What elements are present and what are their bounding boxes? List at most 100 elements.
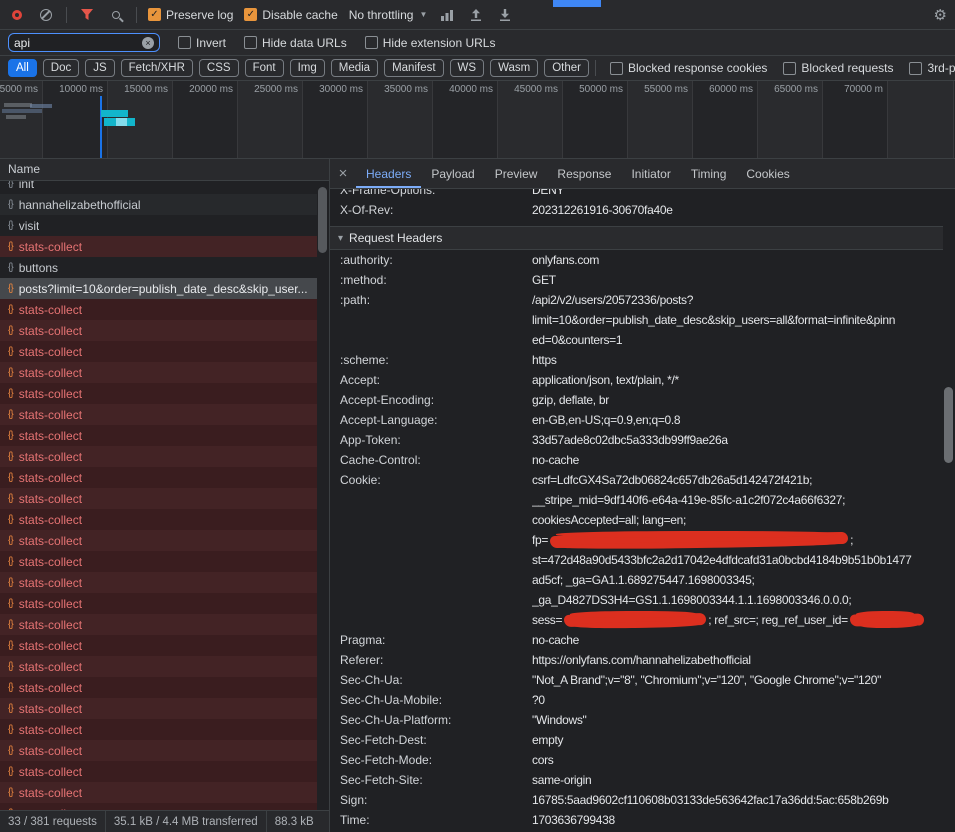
request-row[interactable]: {} stats-collect [0, 488, 317, 509]
type-filter-checkboxes: Blocked response cookies Blocked request… [610, 61, 955, 75]
type-filter-chip[interactable]: Doc [43, 59, 79, 77]
settings-gear-icon[interactable]: ⚙ [934, 6, 947, 24]
hide-extension-urls-label: Hide extension URLs [383, 36, 496, 50]
request-row[interactable]: {} stats-collect [0, 614, 317, 635]
details-tab[interactable]: Timing [681, 159, 737, 188]
type-filter-chip[interactable]: All [8, 59, 37, 77]
type-filter-chip[interactable]: WS [450, 59, 485, 77]
details-tabs: Headers Payload Preview Response Initiat… [356, 159, 800, 188]
disable-cache-checkbox[interactable]: ✓ Disable cache [244, 8, 337, 22]
invert-checkbox[interactable]: Invert [178, 36, 226, 50]
request-row[interactable]: {} buttons [0, 257, 317, 278]
request-row[interactable]: {} stats-collect [0, 656, 317, 677]
type-filter-chip[interactable]: Img [290, 59, 325, 77]
network-conditions-button[interactable] [438, 6, 456, 24]
request-row[interactable]: {} stats-collect [0, 341, 317, 362]
filter-option-checkbox[interactable]: 3rd-party requests [909, 61, 955, 75]
details-scrollbar[interactable] [943, 189, 955, 832]
request-row[interactable]: {} stats-collect [0, 320, 317, 341]
header-row: Sec-Ch-Ua-Platform: "Windows" [330, 710, 943, 730]
request-row[interactable]: {} stats-collect [0, 236, 317, 257]
toolbar-divider [595, 60, 596, 76]
request-details-panel: × Headers Payload Preview Response Initi… [330, 159, 955, 832]
script-braces-icon: {} [8, 535, 13, 546]
header-value: en-GB,en-US;q=0.9,en;q=0.8 [532, 410, 943, 430]
request-row[interactable]: {} visit [0, 215, 317, 236]
close-details-icon[interactable]: × [330, 159, 356, 188]
request-row[interactable]: {} stats-collect [0, 551, 317, 572]
header-row: App-Token: 33d57ade8c02dbc5a333db99ff9ae… [330, 430, 943, 450]
request-row[interactable]: {} stats-collect [0, 698, 317, 719]
request-row[interactable]: {} stats-collect [0, 740, 317, 761]
request-row[interactable]: {} stats-collect [0, 383, 317, 404]
search-button[interactable] [107, 6, 125, 24]
preserve-log-checkbox[interactable]: ✓ Preserve log [148, 8, 233, 22]
request-row[interactable]: {} init [0, 181, 317, 194]
hide-extension-urls-checkbox[interactable]: Hide extension URLs [365, 36, 496, 50]
filter-button[interactable] [78, 6, 96, 24]
request-row[interactable]: {} stats-collect [0, 299, 317, 320]
checkbox-unchecked-icon [365, 36, 378, 49]
checkbox-checked-icon: ✓ [148, 8, 161, 21]
clear-filter-icon[interactable]: × [142, 37, 154, 49]
timeline-cursor [100, 96, 102, 158]
request-row[interactable]: {} stats-collect [0, 719, 317, 740]
request-row[interactable]: {} posts?limit=10&order=publish_date_des… [0, 278, 317, 299]
scrollbar-thumb[interactable] [944, 387, 953, 463]
request-row[interactable]: {} stats-collect [0, 761, 317, 782]
script-braces-icon: {} [8, 766, 13, 777]
request-row[interactable]: {} stats-collect [0, 446, 317, 467]
type-filter-chip[interactable]: Fetch/XHR [121, 59, 193, 77]
type-filter-chip[interactable]: CSS [199, 59, 239, 77]
transferred-size: 35.1 kB / 4.4 MB transferred [106, 811, 267, 832]
details-tab[interactable]: Preview [485, 159, 548, 188]
request-row[interactable]: {} stats-collect [0, 530, 317, 551]
export-har-button[interactable] [496, 6, 514, 24]
details-tab[interactable]: Response [547, 159, 621, 188]
filter-option-checkbox[interactable]: Blocked requests [783, 61, 893, 75]
timeline-overview[interactable]: 5000 ms 10000 ms 15000 ms 20000 ms 25000… [0, 81, 955, 159]
filter-input[interactable]: api × [8, 33, 160, 52]
throttling-dropdown[interactable]: No throttling ▼ [349, 8, 428, 22]
rows-b: :scheme: https Accept: application/json,… [330, 350, 943, 470]
request-row[interactable]: {} stats-collect [0, 635, 317, 656]
request-row[interactable]: {} stats-collect [0, 677, 317, 698]
type-filter-chip[interactable]: JS [85, 59, 114, 77]
request-row[interactable]: {} stats-collect [0, 404, 317, 425]
record-button[interactable] [8, 6, 26, 24]
type-filter-chip[interactable]: Manifest [384, 59, 443, 77]
type-filter-chip[interactable]: Wasm [490, 59, 538, 77]
scrollbar-thumb[interactable] [318, 187, 327, 253]
request-row[interactable]: {} stats-collect [0, 572, 317, 593]
request-row[interactable]: {} stats-collect [0, 467, 317, 488]
header-value: DENY [532, 189, 943, 200]
name-column-header[interactable]: Name [0, 159, 329, 181]
request-list-scrollbar[interactable] [317, 181, 329, 810]
import-har-button[interactable] [467, 6, 485, 24]
details-tab[interactable]: Headers [356, 159, 421, 188]
hide-data-urls-checkbox[interactable]: Hide data URLs [244, 36, 347, 50]
type-filter-chip[interactable]: Media [331, 59, 378, 77]
request-row[interactable]: {} stats-collect [0, 509, 317, 530]
filter-option-checkbox[interactable]: Blocked response cookies [610, 61, 767, 75]
details-tab[interactable]: Cookies [736, 159, 799, 188]
request-list: {} init {} hannahelizabethofficial {} vi… [0, 181, 317, 810]
request-headers-section[interactable]: ▾ Request Headers [330, 226, 943, 250]
request-row[interactable]: {} stats-collect [0, 593, 317, 614]
details-tab[interactable]: Initiator [621, 159, 680, 188]
request-row[interactable]: {} stats-collect [0, 803, 317, 810]
script-braces-icon: {} [8, 388, 13, 399]
details-tab[interactable]: Payload [421, 159, 484, 188]
type-filter-chip[interactable]: Font [245, 59, 284, 77]
type-filter-chip[interactable]: Other [544, 59, 589, 77]
request-row[interactable]: {} hannahelizabethofficial [0, 194, 317, 215]
header-value: https://onlyfans.com/hannahelizabethoffi… [532, 650, 943, 670]
request-row[interactable]: {} stats-collect [0, 782, 317, 803]
script-braces-icon: {} [8, 472, 13, 483]
clear-button[interactable] [37, 6, 55, 24]
header-value: 202312261916-30670fa40e [532, 200, 943, 220]
request-name: stats-collect [19, 387, 82, 401]
request-row[interactable]: {} stats-collect [0, 425, 317, 446]
request-row[interactable]: {} stats-collect [0, 362, 317, 383]
checkbox-unchecked-icon [783, 62, 796, 75]
